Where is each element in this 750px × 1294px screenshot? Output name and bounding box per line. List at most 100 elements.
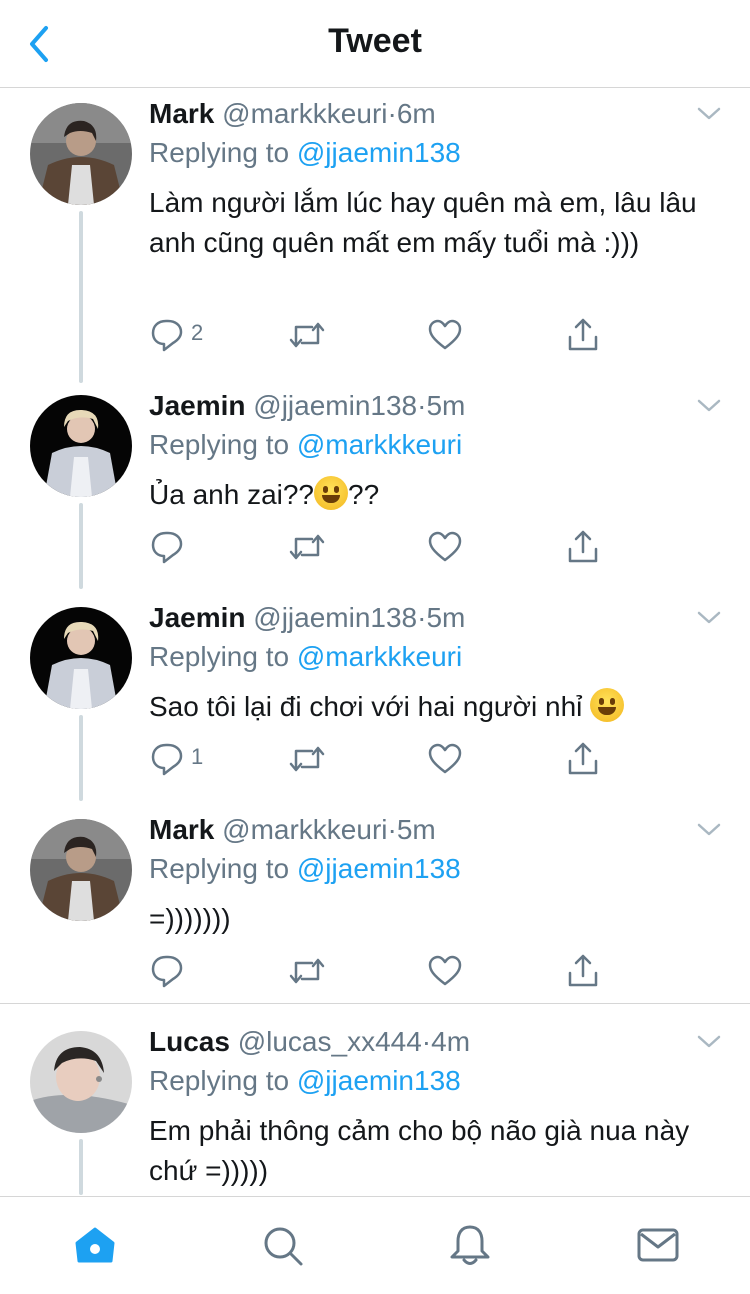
tweet-header: Mark @markkkeuri·5m [149, 814, 436, 846]
section-divider [0, 1003, 750, 1004]
replying-prefix: Replying to [149, 853, 297, 884]
replying-to: Replying to @markkkeuri [149, 429, 462, 461]
retweet-button[interactable] [287, 527, 327, 567]
mention-link[interactable]: @markkkeuri [297, 429, 462, 460]
chevron-down-icon [697, 1035, 721, 1048]
tab-notifications[interactable] [448, 1223, 492, 1267]
heart-icon [428, 531, 462, 562]
like-button[interactable] [427, 315, 463, 355]
tweet[interactable]: Mark @markkkeuri·5m Replying to @jjaemin… [0, 805, 750, 1003]
reply-count: 2 [191, 320, 204, 345]
timestamp: 4m [431, 1026, 471, 1057]
like-button[interactable] [427, 951, 463, 991]
bottom-tab-bar [0, 1196, 750, 1294]
share-button[interactable] [565, 739, 601, 779]
tab-search[interactable] [260, 1223, 304, 1267]
chevron-down-icon [697, 399, 721, 412]
tweet-menu-button[interactable] [696, 821, 722, 839]
avatar[interactable] [30, 607, 132, 709]
replying-to: Replying to @jjaemin138 [149, 137, 461, 169]
tweet-menu-button[interactable] [696, 105, 722, 123]
tab-home[interactable] [73, 1223, 117, 1267]
home-icon [75, 1227, 115, 1263]
avatar[interactable] [30, 103, 132, 205]
tweet[interactable]: Lucas @lucas_xx444·4m Replying to @jjaem… [0, 1017, 750, 1195]
reply-button[interactable]: 2 [149, 315, 203, 355]
mention-link[interactable]: @jjaemin138 [297, 853, 461, 884]
share-button[interactable] [565, 315, 601, 355]
chevron-down-icon [697, 823, 721, 836]
separator-dot: · [387, 814, 397, 845]
display-name[interactable]: Mark [149, 98, 214, 129]
tweet-menu-button[interactable] [696, 1033, 722, 1051]
action-bar: 1 [149, 739, 619, 779]
avatar[interactable] [30, 1031, 132, 1133]
display-name[interactable]: Jaemin [149, 390, 246, 421]
reply-count: 1 [191, 744, 204, 769]
tweet-header: Lucas @lucas_xx444·4m [149, 1026, 470, 1058]
replying-to: Replying to @markkkeuri [149, 641, 462, 673]
heart-icon [428, 319, 462, 350]
display-name[interactable]: Lucas [149, 1026, 230, 1057]
user-handle[interactable]: @markkkeuri [222, 98, 387, 129]
action-bar [149, 951, 619, 991]
thread-line [79, 211, 83, 383]
separator-dot: · [387, 98, 397, 129]
tweet-header: Jaemin @jjaemin138·5m [149, 602, 465, 634]
avatar[interactable] [30, 819, 132, 921]
page-title: Tweet [328, 22, 422, 60]
tab-messages[interactable] [636, 1223, 680, 1267]
reply-button[interactable] [149, 527, 185, 567]
tweet-text-part: Ủa anh zai?? [149, 479, 315, 510]
tweet-menu-button[interactable] [696, 397, 722, 415]
retweet-icon [289, 534, 325, 560]
user-handle[interactable]: @lucas_xx444 [238, 1026, 422, 1057]
top-bar: Tweet [0, 0, 750, 88]
tweet[interactable]: Mark @markkkeuri·6m Replying to @jjaemin… [0, 89, 750, 390]
heart-icon [428, 743, 462, 774]
reply-icon [151, 531, 183, 564]
user-handle[interactable]: @jjaemin138 [253, 602, 417, 633]
retweet-button[interactable] [287, 951, 327, 991]
replying-prefix: Replying to [149, 1065, 297, 1096]
timestamp: 5m [396, 814, 436, 845]
mention-link[interactable]: @jjaemin138 [297, 137, 461, 168]
tweet[interactable]: Jaemin @jjaemin138·5m Replying to @markk… [0, 593, 750, 805]
grinning-face-emoji [314, 476, 349, 510]
like-button[interactable] [427, 739, 463, 779]
user-handle[interactable]: @markkkeuri [222, 814, 387, 845]
action-bar: 2 [149, 315, 619, 355]
reply-button[interactable]: 1 [149, 739, 203, 779]
reply-icon [151, 955, 183, 988]
timestamp: 6m [396, 98, 436, 129]
tweet-header: Jaemin @jjaemin138·5m [149, 390, 465, 422]
share-button[interactable] [565, 951, 601, 991]
retweet-button[interactable] [287, 315, 327, 355]
tweet-text: Sao tôi lại đi chơi với hai người nhỉ [149, 687, 709, 727]
tweet-header: Mark @markkkeuri·6m [149, 98, 436, 130]
action-bar [149, 527, 619, 567]
retweet-icon [289, 746, 325, 772]
tweet-text: Làm người lắm lúc hay quên mà em, lâu lâ… [149, 187, 697, 258]
user-handle[interactable]: @jjaemin138 [253, 390, 417, 421]
replying-prefix: Replying to [149, 429, 297, 460]
display-name[interactable]: Jaemin [149, 602, 246, 633]
tweet-text-part: ?? [348, 479, 380, 510]
reply-button[interactable] [149, 951, 185, 991]
retweet-button[interactable] [287, 739, 327, 779]
mention-link[interactable]: @jjaemin138 [297, 1065, 461, 1096]
replying-to: Replying to @jjaemin138 [149, 853, 461, 885]
display-name[interactable]: Mark [149, 814, 214, 845]
mention-link[interactable]: @markkkeuri [297, 641, 462, 672]
tweet-menu-button[interactable] [696, 609, 722, 627]
thread-line [79, 1139, 83, 1195]
like-button[interactable] [427, 527, 463, 567]
share-icon [568, 742, 598, 775]
tweet[interactable]: Jaemin @jjaemin138·5m Replying to @markk… [0, 381, 750, 593]
share-button[interactable] [565, 527, 601, 567]
replying-to: Replying to @jjaemin138 [149, 1065, 461, 1097]
avatar[interactable] [30, 395, 132, 497]
grinning-face-emoji [590, 688, 625, 722]
tweet-text: Em phải thông cảm cho bộ não già nua này… [149, 1115, 690, 1186]
retweet-icon [289, 958, 325, 984]
